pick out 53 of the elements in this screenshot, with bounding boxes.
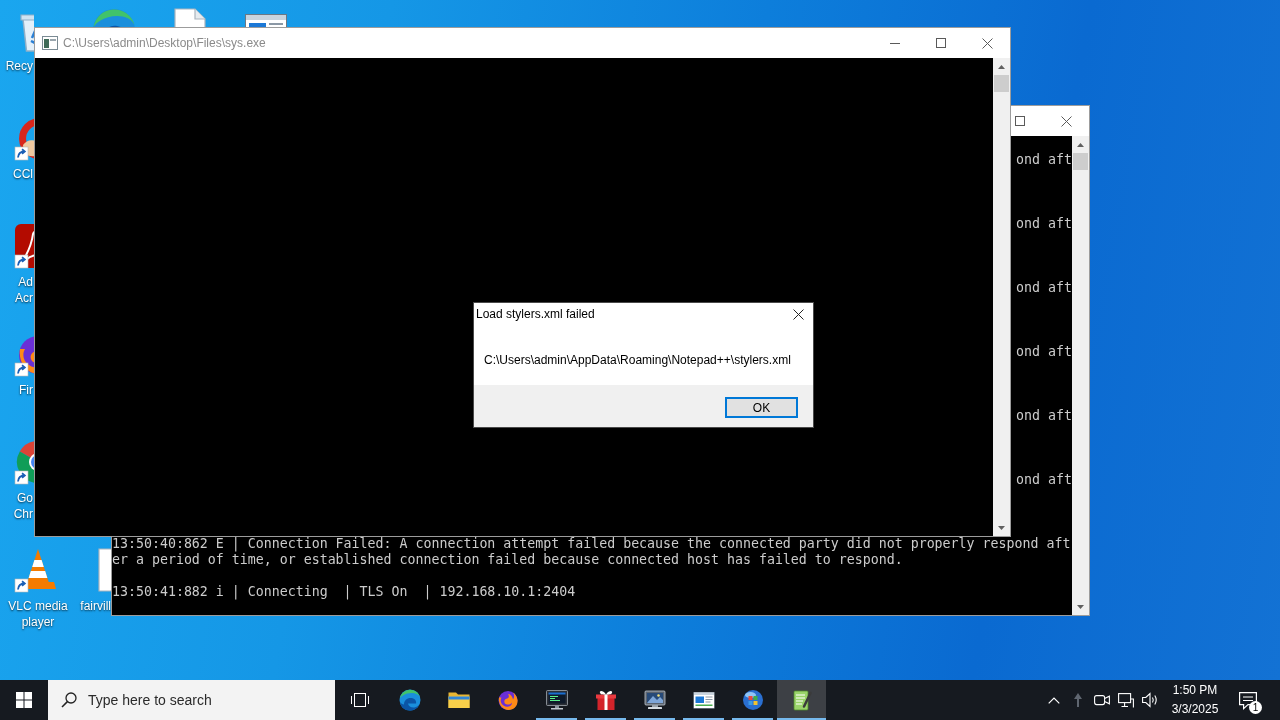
minimize-icon bbox=[890, 42, 900, 44]
notification-icon bbox=[1238, 690, 1258, 710]
close-icon bbox=[981, 37, 993, 49]
window-title: C:\Users\admin\Desktop\Files\sys.exe bbox=[63, 36, 266, 50]
chevron-down-icon bbox=[998, 525, 1005, 530]
console-text: ond aft bbox=[1016, 216, 1072, 232]
icon-label[interactable]: Recy bbox=[0, 58, 33, 74]
dialog-title: Load stylers.xml failed bbox=[476, 307, 595, 321]
console-text: ond aft bbox=[1016, 280, 1072, 296]
taskbar-button[interactable] bbox=[777, 680, 826, 720]
notification-button[interactable]: 1 bbox=[1228, 680, 1268, 720]
close-icon bbox=[1060, 115, 1072, 127]
icon-label[interactable]: VLC media player bbox=[1, 598, 75, 630]
chevron-up-icon bbox=[998, 64, 1005, 69]
volume-icon[interactable] bbox=[1141, 692, 1159, 708]
close-icon bbox=[792, 308, 804, 320]
console-text: ond aft bbox=[1016, 152, 1072, 168]
chevron-down-icon bbox=[1077, 604, 1084, 609]
windows-logo-icon bbox=[16, 692, 32, 708]
maximize-icon bbox=[936, 38, 946, 48]
console-text: 13:50:40:862 E | Connection Failed: A connection attempt failed because the connected party did not properly respond aft bbox=[112, 536, 1071, 552]
tile-logo-icon[interactable] bbox=[14, 222, 34, 270]
console-text: er a period of time, or established connection failed because connected host has failed to respond. bbox=[112, 552, 903, 568]
console-text: 13:50:41:882 i | Connecting | TLS On | 192.168.10.1:2404 bbox=[112, 584, 576, 600]
monitor-icon bbox=[544, 688, 569, 712]
console-text: ond aft bbox=[1016, 408, 1072, 424]
ok-button[interactable]: OK bbox=[725, 397, 798, 418]
icon-label[interactable]: fairvill bbox=[76, 598, 111, 614]
chevron-up-icon bbox=[1077, 142, 1084, 147]
scrollbar-thumb[interactable] bbox=[1073, 153, 1088, 170]
console-text: ond aft bbox=[1016, 472, 1072, 488]
up-arrow-icon[interactable] bbox=[1074, 693, 1082, 707]
dialog-message: C:\Users\admin\AppData\Roaming\Notepad++\stylers.xml bbox=[484, 353, 791, 367]
console-icon bbox=[42, 35, 58, 51]
camera-icon[interactable] bbox=[1094, 693, 1110, 707]
computer-icon bbox=[642, 688, 667, 712]
icon-label[interactable]: Fir bbox=[0, 382, 33, 398]
notification-count: 1 bbox=[1249, 701, 1262, 714]
network-icon[interactable] bbox=[1118, 692, 1134, 708]
gift-icon bbox=[593, 688, 618, 712]
search-field[interactable]: Type here to search bbox=[48, 680, 335, 720]
scrollbar-thumb[interactable] bbox=[994, 75, 1009, 92]
swirl-logo-icon bbox=[397, 688, 422, 712]
globe-icon bbox=[740, 688, 765, 712]
search-icon bbox=[61, 692, 77, 708]
chevron-up-icon[interactable] bbox=[1048, 696, 1060, 704]
clock-button[interactable]: 1:50 PM 3/3/2025 bbox=[1162, 680, 1228, 720]
task-view-icon[interactable] bbox=[350, 692, 370, 708]
icon-label[interactable]: Go Chr bbox=[0, 490, 33, 522]
icon-label[interactable]: Ad Acr bbox=[0, 274, 33, 306]
icon-label[interactable]: CCl bbox=[0, 166, 33, 182]
console-text: ond aft bbox=[1016, 344, 1072, 360]
maximize-icon bbox=[1015, 116, 1025, 126]
